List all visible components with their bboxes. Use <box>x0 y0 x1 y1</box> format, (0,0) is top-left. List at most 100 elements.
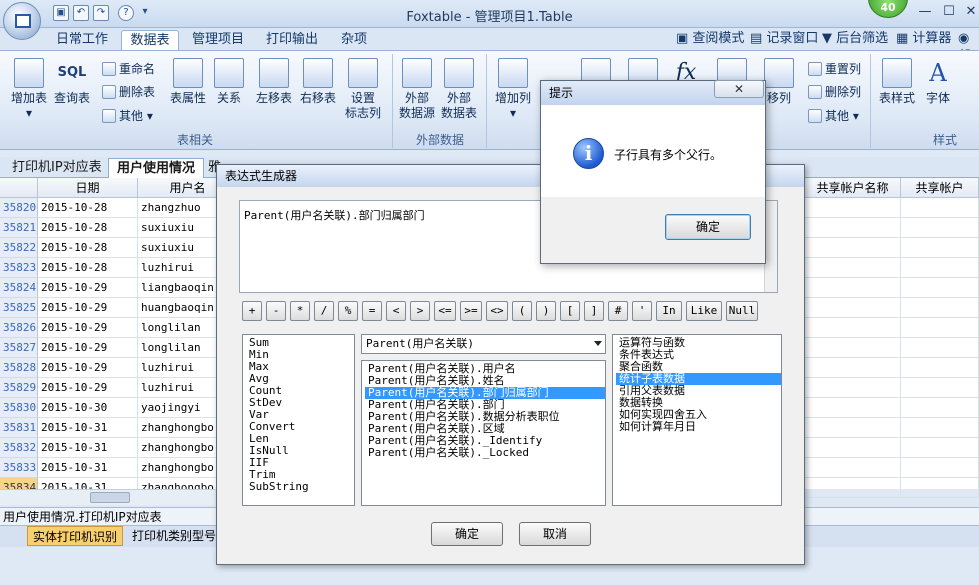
external-source-button[interactable]: 外部 数据源 <box>396 56 438 136</box>
cancel-button[interactable]: 取消 <box>519 522 591 546</box>
record-window-link[interactable]: ▤ 记录窗口 <box>750 30 818 48</box>
row-number[interactable]: 35823 <box>0 258 38 278</box>
date-cell[interactable]: 2015-10-29 <box>38 318 138 338</box>
relation-dropdown[interactable]: Parent(用户名关联) <box>361 334 606 354</box>
column-header-date[interactable]: 日期 <box>38 178 138 198</box>
row-number[interactable]: 35826 <box>0 318 38 338</box>
lookup-mode-link[interactable]: ▣ 查阅模式 <box>676 30 744 48</box>
set-flag-column-button[interactable]: 设置 标志列 <box>340 56 386 136</box>
shared-user-cell[interactable] <box>901 458 979 478</box>
row-number[interactable]: 35828 <box>0 358 38 378</box>
row-number[interactable]: 35820 <box>0 198 38 218</box>
row-number[interactable]: 35824 <box>0 278 38 298</box>
query-table-button[interactable]: SQL 查询表 <box>50 56 94 136</box>
shared-user-cell[interactable] <box>901 418 979 438</box>
shared-name-cell[interactable] <box>805 318 901 338</box>
date-cell[interactable]: 2015-10-30 <box>38 398 138 418</box>
maximize-button[interactable]: ☐ <box>937 2 961 22</box>
function-item[interactable]: SubString <box>246 481 354 493</box>
column-header-shared-name[interactable]: 共享帐户名称 <box>805 178 901 198</box>
operator-button[interactable]: - <box>266 301 286 321</box>
horizontal-scrollbar[interactable] <box>0 489 215 505</box>
date-cell[interactable]: 2015-10-28 <box>38 198 138 218</box>
tab-daily-work[interactable]: 日常工作 <box>50 30 114 50</box>
shared-user-cell[interactable] <box>901 438 979 458</box>
date-cell[interactable]: 2015-10-31 <box>38 458 138 478</box>
function-list[interactable]: Sum Min Max Avg Count StDev Var Convert Len IsNul… <box>242 334 355 506</box>
scroll-thumb[interactable] <box>90 492 130 503</box>
row-number[interactable]: 35832 <box>0 438 38 458</box>
shared-name-cell[interactable] <box>805 198 901 218</box>
app-menu-button[interactable] <box>3 2 41 40</box>
date-cell[interactable]: 2015-10-31 <box>38 418 138 438</box>
tab-user-usage[interactable]: 用户使用情况 <box>108 158 205 178</box>
operator-button[interactable]: ] <box>584 301 604 321</box>
relation-button[interactable]: 关系 <box>211 56 247 136</box>
move-table-right-button[interactable]: 右移表 <box>295 56 341 136</box>
column-header-shared-user[interactable]: 共享帐户 <box>901 178 979 198</box>
shared-name-cell[interactable] <box>805 418 901 438</box>
shared-name-cell[interactable] <box>805 238 901 258</box>
column-list[interactable]: Parent(用户名关联).用户名 Parent(用户名关联).姓名 Parent(… <box>361 360 606 506</box>
operator-button[interactable]: < <box>386 301 406 321</box>
operator-button[interactable]: * <box>290 301 310 321</box>
shared-user-cell[interactable] <box>901 198 979 218</box>
shared-user-cell[interactable] <box>901 238 979 258</box>
shared-name-cell[interactable] <box>805 438 901 458</box>
operator-button[interactable]: + <box>242 301 262 321</box>
ok-button[interactable]: 确定 <box>431 522 503 546</box>
operator-button[interactable]: ) <box>536 301 556 321</box>
tab-printer-ip[interactable]: 打印机IP对应表 <box>4 158 110 178</box>
shared-user-cell[interactable] <box>901 278 979 298</box>
shared-user-cell[interactable] <box>901 318 979 338</box>
tab-data-table[interactable]: 数据表 <box>121 30 179 50</box>
date-cell[interactable]: 2015-10-31 <box>38 438 138 458</box>
close-icon[interactable]: ✕ <box>714 80 764 98</box>
shared-user-cell[interactable] <box>901 478 979 498</box>
other-table-button[interactable]: 其他 ▾ <box>102 107 153 125</box>
row-number[interactable]: 35825 <box>0 298 38 318</box>
table-style-button[interactable]: 表样式 <box>874 56 920 136</box>
calculator-link[interactable]: ▦ 计算器 <box>896 30 951 48</box>
date-cell[interactable]: 2015-10-28 <box>38 218 138 238</box>
tab-misc[interactable]: 杂项 <box>334 30 374 50</box>
shared-user-cell[interactable] <box>901 218 979 238</box>
background-filter-link[interactable]: ▼ 后台筛选 <box>822 30 888 48</box>
shared-user-cell[interactable] <box>901 338 979 358</box>
row-number[interactable]: 35827 <box>0 338 38 358</box>
operator-button[interactable]: Like <box>686 301 722 321</box>
operator-button[interactable]: In <box>656 301 682 321</box>
external-table-button[interactable]: 外部 数据表 <box>438 56 480 136</box>
row-number[interactable]: 35822 <box>0 238 38 258</box>
minimize-button[interactable]: — <box>913 2 937 22</box>
shared-name-cell[interactable] <box>805 478 901 498</box>
row-number[interactable]: 35821 <box>0 218 38 238</box>
operator-button[interactable]: # <box>608 301 628 321</box>
operator-button[interactable]: >= <box>460 301 482 321</box>
operator-button[interactable]: <= <box>434 301 456 321</box>
help-topic-item[interactable]: 如何计算年月日 <box>616 421 781 433</box>
shared-name-cell[interactable] <box>805 338 901 358</box>
row-number[interactable]: 35829 <box>0 378 38 398</box>
date-cell[interactable]: 2015-10-28 <box>38 238 138 258</box>
shared-name-cell[interactable] <box>805 458 901 478</box>
font-button[interactable]: A 字体 <box>920 56 956 136</box>
table-properties-button[interactable]: 表属性 <box>165 56 211 136</box>
tab-manage-project[interactable]: 管理项目 <box>186 30 250 50</box>
shared-name-cell[interactable] <box>805 358 901 378</box>
shared-user-cell[interactable] <box>901 298 979 318</box>
shared-name-cell[interactable] <box>805 258 901 278</box>
operator-button[interactable]: > <box>410 301 430 321</box>
operator-button[interactable]: / <box>314 301 334 321</box>
operator-button[interactable]: <> <box>486 301 508 321</box>
shared-name-cell[interactable] <box>805 298 901 318</box>
help-link[interactable]: ◉帮 <box>958 30 979 64</box>
operator-button[interactable]: % <box>338 301 358 321</box>
shared-name-cell[interactable] <box>805 278 901 298</box>
delete-table-button[interactable]: 删除表 <box>102 83 155 101</box>
move-table-left-button[interactable]: 左移表 <box>251 56 297 136</box>
shared-user-cell[interactable] <box>901 378 979 398</box>
tab-printer-model[interactable]: 打印机类别型号 <box>127 526 221 546</box>
row-number[interactable]: 35831 <box>0 418 38 438</box>
shared-name-cell[interactable] <box>805 218 901 238</box>
